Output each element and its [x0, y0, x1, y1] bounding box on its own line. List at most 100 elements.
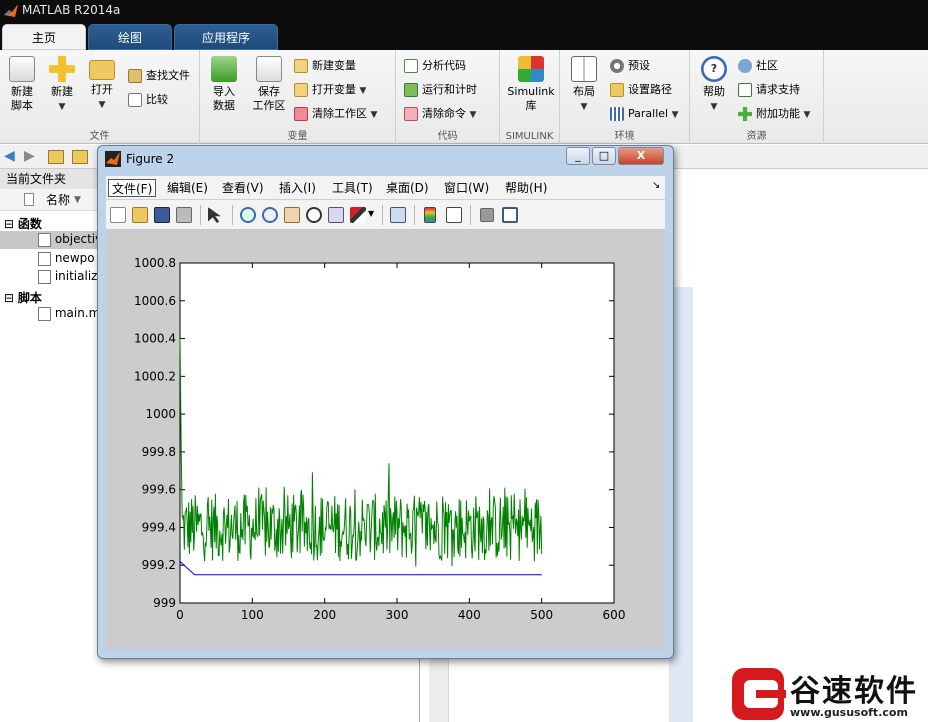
file-group-label: 文件 — [89, 131, 110, 142]
open-variable-label: 打开变量 — [312, 83, 356, 96]
file-item[interactable]: initializ — [38, 269, 97, 284]
data-cursor-icon[interactable] — [328, 207, 344, 223]
analyze-code-button[interactable]: 分析代码 — [404, 56, 466, 76]
community-button[interactable]: 社区 — [738, 56, 778, 76]
menu-help[interactable]: 帮助(H) — [502, 179, 550, 197]
file-item[interactable]: main.m — [38, 306, 100, 321]
menu-file[interactable]: 文件(F) — [108, 179, 157, 197]
simulink-group-label: SIMULINK — [505, 131, 554, 142]
help-button[interactable]: ? 帮助 ▼ — [692, 56, 736, 114]
up-folder-icon[interactable] — [48, 150, 64, 164]
new-button[interactable]: 新建 ▼ — [40, 56, 84, 114]
collapse-icon[interactable]: ⊟ — [4, 217, 14, 231]
simulink-icon — [518, 56, 544, 82]
environment-group: 布局 ▼ 预设 设置路径 Parallel ▼ 环境 — [560, 50, 690, 144]
pan-icon[interactable] — [284, 207, 300, 223]
menu-window[interactable]: 窗口(W) — [441, 179, 492, 197]
set-path-button[interactable]: 设置路径 — [610, 80, 672, 100]
new-script-button[interactable]: 新建 脚本 — [0, 56, 44, 113]
tab-apps[interactable]: 应用程序 — [174, 24, 278, 50]
find-files-icon — [128, 69, 142, 83]
clear-commands-dropdown-icon: ▼ — [469, 110, 477, 120]
import-data-button[interactable]: 导入 数据 — [202, 56, 246, 113]
menu-edit[interactable]: 编辑(E) — [164, 179, 211, 197]
compare-button[interactable]: 比较 — [128, 90, 168, 110]
toolbar-separator — [382, 205, 383, 225]
parallel-button[interactable]: Parallel ▼ — [610, 104, 679, 124]
x-tick-label: 200 — [313, 608, 336, 622]
x-tick-label: 0 — [176, 608, 184, 622]
link-plot-icon[interactable] — [390, 207, 406, 223]
figure-toolbar: ▼ — [106, 200, 665, 230]
y-tick-label: 999.8 — [142, 445, 176, 459]
zoom-in-icon[interactable] — [240, 207, 256, 223]
y-tick-label: 1000.6 — [134, 294, 176, 308]
brush-dropdown-icon[interactable]: ▼ — [368, 209, 374, 218]
community-label: 社区 — [756, 59, 778, 72]
colorbar-icon[interactable] — [424, 207, 436, 223]
sort-arrow-icon[interactable]: ▼ — [74, 189, 81, 211]
layout-icon — [571, 56, 597, 82]
menu-view[interactable]: 查看(V) — [219, 179, 267, 197]
brush-icon[interactable] — [350, 207, 366, 223]
save-figure-icon[interactable] — [154, 207, 170, 223]
compare-icon — [128, 93, 142, 107]
resources-group-label: 资源 — [746, 131, 767, 142]
file-item[interactable]: newpo — [38, 251, 95, 266]
y-tick-label: 1000 — [145, 407, 176, 421]
simulink-group: Simulink 库 SIMULINK — [500, 50, 560, 144]
show-plot-tools-icon[interactable] — [502, 207, 518, 223]
browse-folder-icon[interactable] — [72, 150, 88, 164]
legend-icon[interactable] — [446, 207, 462, 223]
menu-insert[interactable]: 插入(I) — [276, 179, 319, 197]
dock-arrow-icon[interactable]: ↘ — [652, 180, 660, 191]
simulink-library-button[interactable]: Simulink 库 — [504, 56, 558, 113]
collapse-icon[interactable]: ⊟ — [4, 291, 14, 305]
figure-title: Figure 2 — [126, 152, 175, 166]
new-script-icon — [9, 56, 35, 82]
tab-plots[interactable]: 绘图 — [88, 24, 172, 50]
layout-button[interactable]: 布局 ▼ — [562, 56, 606, 114]
open-file-icon[interactable] — [132, 207, 148, 223]
open-variable-button[interactable]: 打开变量 ▼ — [294, 80, 366, 100]
file-item[interactable]: objectiv — [38, 232, 102, 247]
maximize-button[interactable]: □ — [592, 147, 616, 165]
preferences-button[interactable]: 预设 — [610, 56, 650, 76]
addons-button[interactable]: 附加功能 ▼ — [738, 104, 810, 124]
request-support-button[interactable]: 请求支持 — [738, 80, 800, 100]
plus-icon — [49, 56, 75, 82]
tab-home[interactable]: 主页 — [2, 24, 86, 50]
print-figure-icon[interactable] — [176, 207, 192, 223]
find-files-button[interactable]: 查找文件 — [128, 66, 190, 86]
name-column-header[interactable]: 名称 — [46, 189, 70, 211]
set-path-icon — [610, 83, 624, 97]
y-tick-label: 999 — [153, 596, 176, 610]
rotate-icon[interactable] — [306, 207, 322, 223]
new-dropdown-icon: ▼ — [58, 102, 66, 112]
parallel-icon — [610, 107, 624, 121]
open-button[interactable]: 打开 ▼ — [80, 56, 124, 112]
clear-commands-button[interactable]: 清除命令 ▼ — [404, 104, 476, 124]
clear-commands-icon — [404, 107, 418, 121]
zoom-out-icon[interactable] — [262, 207, 278, 223]
group-functions[interactable]: ⊟ 函数 — [4, 215, 42, 232]
run-time-label: 运行和计时 — [422, 83, 477, 96]
new-figure-icon[interactable] — [110, 207, 126, 223]
new-variable-button[interactable]: 新建变量 — [294, 56, 356, 76]
hide-plot-tools-icon[interactable] — [480, 208, 494, 222]
close-button[interactable]: X — [618, 147, 664, 165]
back-arrow-icon[interactable]: ◀ — [4, 148, 15, 164]
forward-arrow-icon[interactable]: ▶ — [24, 148, 35, 164]
menu-desktop[interactable]: 桌面(D) — [383, 179, 432, 197]
axes-box — [179, 262, 615, 604]
clear-workspace-button[interactable]: 清除工作区 ▼ — [294, 104, 377, 124]
x-tick-label: 400 — [458, 608, 481, 622]
run-time-button[interactable]: 运行和计时 — [404, 80, 477, 100]
minimize-button[interactable]: _ — [566, 147, 590, 165]
group-scripts[interactable]: ⊟ 脚本 — [4, 289, 42, 306]
save-workspace-label: 保存 工作区 — [252, 85, 286, 112]
pointer-icon[interactable] — [208, 207, 221, 223]
mfile-icon — [38, 269, 51, 284]
menu-tools[interactable]: 工具(T) — [329, 179, 376, 197]
save-workspace-button[interactable]: 保存 工作区 — [244, 56, 294, 113]
